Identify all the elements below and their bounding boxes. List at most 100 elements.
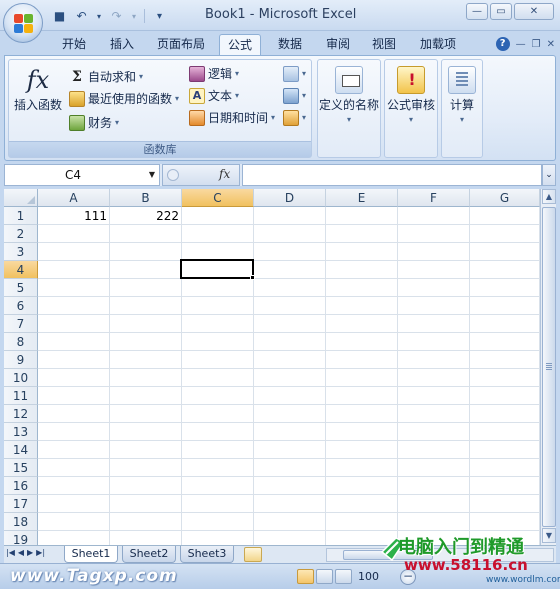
undo-dropdown-icon[interactable]: ▾ xyxy=(94,7,104,25)
cell-b1[interactable]: 222 xyxy=(110,207,182,225)
vertical-scrollbar[interactable]: ▲ ▼ xyxy=(540,189,556,545)
row-header-7[interactable]: 7 xyxy=(4,315,38,333)
office-button[interactable] xyxy=(3,3,43,43)
sheet-tab-sheet1[interactable]: Sheet1 xyxy=(64,546,118,563)
row-header-4[interactable]: 4 xyxy=(4,261,38,279)
row-header-2[interactable]: 2 xyxy=(4,225,38,243)
row-header-15[interactable]: 15 xyxy=(4,459,38,477)
column-header-c[interactable]: C xyxy=(182,189,254,207)
tab-data[interactable]: 数据 xyxy=(268,34,312,55)
row-header-9[interactable]: 9 xyxy=(4,351,38,369)
column-header-a[interactable]: A xyxy=(38,189,110,207)
page-layout-view-icon[interactable] xyxy=(316,569,333,584)
first-sheet-icon[interactable]: |◀ xyxy=(6,548,15,557)
worksheet-grid[interactable]: ABCDEFG 1 2 3 4 5 6 7 8 9 10 11 12 13 14 15 16 17 18 19 11… xyxy=(4,189,540,545)
row-header-16[interactable]: 16 xyxy=(4,477,38,495)
redo-icon[interactable]: ↷ xyxy=(107,7,126,25)
tab-view[interactable]: 视图 xyxy=(362,34,406,55)
row-header-13[interactable]: 13 xyxy=(4,423,38,441)
page-break-view-icon[interactable] xyxy=(335,569,352,584)
formula-auditing-button[interactable]: 公式审核 ▾ xyxy=(385,62,437,124)
more-functions-button[interactable]: ▾ xyxy=(283,108,306,127)
title-bar: ■ ↶ ▾ ↷ ▾ ▾ Book1 - Microsoft Excel — ▭ … xyxy=(0,0,560,31)
gridline-horizontal xyxy=(38,332,540,333)
recent-functions-button[interactable]: 最近使用的函数 ▾ xyxy=(69,89,179,108)
column-header-f[interactable]: F xyxy=(398,189,470,207)
sheet-tab-sheet2[interactable]: Sheet2 xyxy=(122,546,176,563)
column-header-d[interactable]: D xyxy=(254,189,326,207)
vertical-scroll-thumb[interactable] xyxy=(542,207,556,527)
maximize-button[interactable]: ▭ xyxy=(490,3,512,20)
chevron-down-icon[interactable]: ▼ xyxy=(149,165,155,185)
fill-handle[interactable] xyxy=(250,275,255,280)
tab-insert[interactable]: 插入 xyxy=(100,34,144,55)
insert-function-fx-button[interactable]: fx xyxy=(219,167,230,181)
row-header-6[interactable]: 6 xyxy=(4,297,38,315)
row-header-19[interactable]: 19 xyxy=(4,531,38,545)
formula-auditing-group: 公式审核 ▾ xyxy=(384,59,438,158)
defined-names-button[interactable]: 定义的名称 ▾ xyxy=(318,62,380,124)
sheet-tab-sheet3[interactable]: Sheet3 xyxy=(180,546,234,563)
scroll-up-icon[interactable]: ▲ xyxy=(542,189,556,204)
row-header-5[interactable]: 5 xyxy=(4,279,38,297)
row-header-10[interactable]: 10 xyxy=(4,369,38,387)
logical-button[interactable]: 逻辑 ▾ xyxy=(189,64,239,83)
tab-page-layout[interactable]: 页面布局 xyxy=(150,34,212,55)
cell-a1[interactable]: 111 xyxy=(38,207,110,225)
minimize-workbook-icon[interactable]: — xyxy=(516,39,526,50)
column-header-e[interactable]: E xyxy=(326,189,398,207)
redo-dropdown-icon[interactable]: ▾ xyxy=(129,7,139,25)
expand-formula-bar-icon[interactable]: ⌄ xyxy=(542,164,556,186)
last-sheet-icon[interactable]: ▶| xyxy=(36,548,45,557)
prev-sheet-icon[interactable]: ◀ xyxy=(18,548,24,557)
minimize-button[interactable]: — xyxy=(466,3,488,20)
select-all-button[interactable] xyxy=(4,189,38,207)
row-header-3[interactable]: 3 xyxy=(4,243,38,261)
tab-home[interactable]: 开始 xyxy=(52,34,96,55)
chevron-down-icon: ▾ xyxy=(235,69,240,78)
qat-separator xyxy=(144,9,145,23)
tab-formulas[interactable]: 公式 xyxy=(219,34,261,55)
chevron-down-icon: ▾ xyxy=(271,113,276,122)
gridline-horizontal xyxy=(38,278,540,279)
customize-qat-icon[interactable]: ▾ xyxy=(150,7,169,25)
lookup-reference-button[interactable]: ▾ xyxy=(283,64,306,83)
tab-review[interactable]: 审阅 xyxy=(316,34,360,55)
row-header-8[interactable]: 8 xyxy=(4,333,38,351)
financial-button[interactable]: 财务 ▾ xyxy=(69,113,119,132)
calendar-icon xyxy=(189,109,205,126)
math-trig-button[interactable]: ▾ xyxy=(283,86,306,105)
close-workbook-icon[interactable]: ✕ xyxy=(547,39,555,50)
close-button[interactable]: ✕ xyxy=(514,3,554,20)
row-header-18[interactable]: 18 xyxy=(4,513,38,531)
help-icon[interactable]: ? xyxy=(495,37,510,51)
name-box[interactable]: C4 ▼ xyxy=(4,164,160,186)
autosum-button[interactable]: Σ 自动求和 ▾ xyxy=(69,67,143,86)
row-header-17[interactable]: 17 xyxy=(4,495,38,513)
restore-workbook-icon[interactable]: ❐ xyxy=(532,39,541,50)
insert-function-button[interactable]: fx 插入函数 xyxy=(12,64,64,113)
insert-sheet-icon[interactable] xyxy=(244,547,262,562)
text-button[interactable]: A 文本 ▾ xyxy=(189,86,239,105)
active-cell-c4[interactable] xyxy=(180,259,254,279)
next-sheet-icon[interactable]: ▶ xyxy=(27,548,33,557)
row-header-1[interactable]: 1 xyxy=(4,207,38,225)
column-header-b[interactable]: B xyxy=(110,189,182,207)
save-icon[interactable]: ■ xyxy=(50,7,69,25)
row-header-11[interactable]: 11 xyxy=(4,387,38,405)
datetime-button[interactable]: 日期和时间 ▾ xyxy=(189,108,275,127)
name-manager-icon xyxy=(335,66,363,94)
resize-grip-icon[interactable] xyxy=(167,169,179,181)
column-header-g[interactable]: G xyxy=(470,189,540,207)
normal-view-icon[interactable] xyxy=(297,569,314,584)
calculation-button[interactable]: 计算 ▾ xyxy=(442,62,482,124)
sheet-navigation: |◀ ◀ ▶ ▶| xyxy=(6,548,45,557)
undo-icon[interactable]: ↶ xyxy=(72,7,91,25)
zoom-level[interactable]: 100 xyxy=(358,570,379,583)
row-header-12[interactable]: 12 xyxy=(4,405,38,423)
row-header-14[interactable]: 14 xyxy=(4,441,38,459)
tab-add-ins[interactable]: 加载项 xyxy=(412,34,464,55)
gridline-horizontal xyxy=(38,242,540,243)
formula-input[interactable] xyxy=(242,164,542,186)
gridline-horizontal xyxy=(38,458,540,459)
